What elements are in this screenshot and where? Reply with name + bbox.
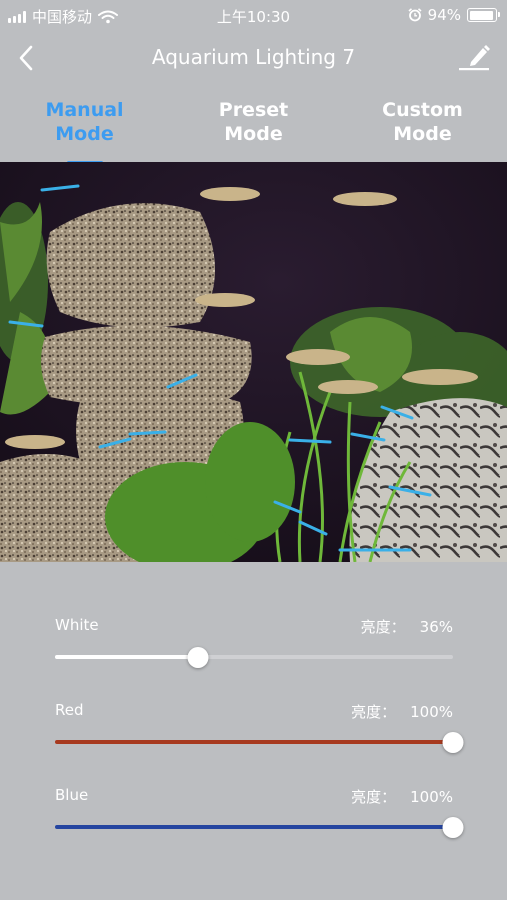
tab-label-line2: Mode xyxy=(393,123,452,145)
brightness-readout: 亮度： 100% xyxy=(351,786,453,807)
edit-pencil-icon xyxy=(459,45,490,71)
brightness-value: 100% xyxy=(410,703,453,721)
battery-icon xyxy=(467,8,500,22)
tab-label-line2: Mode xyxy=(224,123,283,145)
channel-name: White xyxy=(55,616,99,634)
alarm-icon xyxy=(408,8,422,22)
tab-label-line2: Mode xyxy=(55,123,114,145)
brightness-label: 亮度： xyxy=(360,618,406,636)
channel-blue: Blue 亮度： 100% xyxy=(55,786,464,846)
red-slider-track[interactable] xyxy=(55,731,464,753)
aquarium-illustration xyxy=(0,162,507,562)
nav-bar: Aquarium Lighting 7 xyxy=(0,32,507,84)
brightness-readout: 亮度： 100% xyxy=(351,701,453,722)
tab-label-line1: Preset xyxy=(218,99,289,121)
blue-slider-thumb[interactable] xyxy=(442,816,464,838)
status-bar: 中国移动 上午10:30 94% xyxy=(0,0,507,32)
tab-custom-mode[interactable]: Custom Mode xyxy=(338,98,507,162)
brightness-readout: 亮度： 36% xyxy=(361,616,453,637)
tab-manual-mode[interactable]: Manual Mode xyxy=(0,98,169,164)
channel-sliders: White 亮度： 36% Red 亮度： 100% Blue 亮度： 100% xyxy=(0,562,507,900)
tab-label-line1: Custom xyxy=(382,99,463,121)
channel-red: Red 亮度： 100% xyxy=(55,701,464,761)
red-slider-fill xyxy=(55,740,453,744)
edit-button[interactable] xyxy=(457,42,493,72)
tab-preset-mode[interactable]: Preset Mode xyxy=(169,98,338,162)
brightness-label: 亮度： xyxy=(351,788,397,806)
brightness-value: 36% xyxy=(419,618,453,636)
white-slider-thumb[interactable] xyxy=(187,646,209,668)
channel-name: Blue xyxy=(55,786,89,804)
blue-slider-fill xyxy=(55,825,453,829)
page-title: Aquarium Lighting 7 xyxy=(151,45,356,69)
brightness-value: 100% xyxy=(410,788,453,806)
blue-slider-track[interactable] xyxy=(55,816,464,838)
channel-name: Red xyxy=(55,701,84,719)
tab-label-line1: Manual xyxy=(45,99,124,121)
battery-fill xyxy=(469,10,493,20)
white-slider-track[interactable] xyxy=(55,646,453,668)
red-slider-thumb[interactable] xyxy=(442,731,464,753)
status-right: 94% xyxy=(408,6,500,24)
white-slider-fill xyxy=(55,655,199,659)
brightness-label: 亮度： xyxy=(351,703,397,721)
aquarium-photo xyxy=(0,162,507,562)
battery-percent: 94% xyxy=(427,6,461,24)
mode-tabs: Manual Mode Preset Mode Custom Mode xyxy=(0,98,507,164)
channel-white: White 亮度： 36% xyxy=(55,616,453,676)
